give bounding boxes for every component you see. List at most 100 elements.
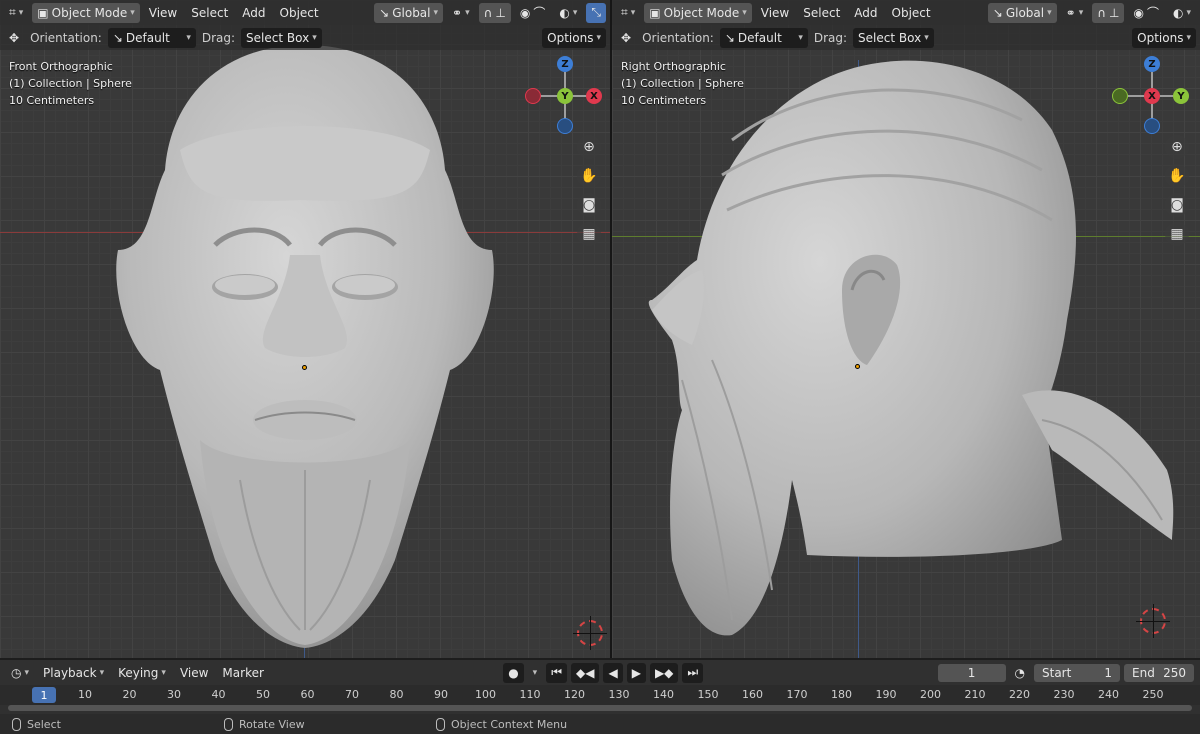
grid-axis-icon: ⌗ [9,5,16,19]
menu-view[interactable]: View [756,3,794,23]
timeline-editor-type-button[interactable]: ◷ ▾ [6,663,34,683]
zoom-icon[interactable]: ⊕ [577,135,601,159]
ruler-tick: 100 [475,688,496,701]
menu-select[interactable]: Select [798,3,845,23]
timeline-editor: ◷ ▾ Playback ▾ Keying ▾ View Marker ● ▾ ⏮ ◆… [0,660,1200,714]
menu-add[interactable]: Add [237,3,270,23]
hand-pan-icon[interactable]: ✋ [1165,164,1189,188]
editor-type-button[interactable]: ⌗ ▾ [4,3,28,23]
chevron-down-icon: ▾ [465,7,470,18]
play-reverse-icon: ◀ [608,665,618,680]
gizmo-negative-left[interactable] [525,88,541,104]
frame-ruler[interactable]: 1 10 20 30 40 50 60 70 80 90 100 110 120 130 140 150 16… [0,685,1200,705]
mode-dropdown[interactable]: ▣ Object Mode ▾ [32,2,140,23]
snap-button[interactable]: ∩ ⊥ [1092,2,1125,23]
ruler-tick: 160 [742,688,763,701]
ruler-tick: 10 [78,688,92,701]
clock-icon: ◷ [11,665,22,680]
record-button[interactable]: ● [503,662,524,683]
object-origin [855,364,860,369]
transform-orientation-dropdown[interactable]: ↘ Global ▾ [374,2,444,23]
playhead-frame[interactable]: 1 [32,687,56,703]
gizmo-z-axis[interactable]: Z [557,56,573,72]
chevron-down-icon: ▾ [433,7,439,18]
start-frame-field[interactable]: Start 1 [1034,663,1120,682]
menu-object[interactable]: Object [275,3,324,23]
gizmo-negative-left[interactable] [1112,88,1128,104]
move-tool-icon[interactable]: ✥ [4,28,24,48]
menu-select[interactable]: Select [186,3,233,23]
ruler-tick: 110 [519,688,541,701]
timeline-scrollbar[interactable] [8,705,1192,711]
chevron-down-icon: ▾ [312,32,317,43]
keyframe-type-button[interactable]: ▾ [528,663,543,683]
play-reverse-button[interactable]: ◀ [603,662,623,683]
timeline-header: ◷ ▾ Playback ▾ Keying ▾ View Marker ● ▾ ⏮ ◆… [0,660,1200,685]
prev-keyframe-button[interactable]: ◆◀ [571,662,600,683]
pivot-button[interactable]: ⚭ ▾ [1061,3,1089,23]
gizmo-center-axis[interactable]: X [1144,88,1160,104]
grid-toggle-icon[interactable]: ▦ [1165,222,1189,246]
status-rotate: Rotate View [224,717,305,731]
ruler-tick: 240 [1098,688,1119,701]
next-keyframe-icon: ▶◆ [654,665,674,680]
editor-type-button[interactable]: ⌗ ▾ [616,3,640,23]
end-frame-field[interactable]: End 250 [1124,663,1194,682]
gizmo-center-axis[interactable]: Y [557,88,573,104]
snap-target-icon: ⊥ [1109,5,1120,20]
gizmo-negative-z[interactable] [1144,118,1160,134]
viewport-front[interactable]: ⌗ ▾ ▣ Object Mode ▾ View Select Add Object … [0,0,610,658]
transform-orientation-dropdown[interactable]: ↘ Global ▾ [987,2,1057,23]
orientation-icon: ↘ [992,5,1003,20]
menu-marker[interactable]: Marker [217,663,268,683]
jump-start-button[interactable]: ⏮ [546,662,568,683]
next-keyframe-button[interactable]: ▶◆ [649,662,679,683]
ruler-tick: 230 [1053,688,1075,701]
move-tool-icon[interactable]: ✥ [616,28,636,48]
drag-dropdown[interactable]: Select Box ▾ [853,27,934,48]
play-button[interactable]: ▶ [626,662,646,683]
preview-range-toggle[interactable]: ◔ [1010,663,1030,683]
orientation-label: Orientation: [30,30,102,45]
chevron-down-icon: ▾ [630,7,636,18]
jump-end-button[interactable]: ⏭ [682,662,704,683]
camera-icon[interactable]: ◙ [577,193,601,217]
menu-playback[interactable]: Playback ▾ [38,663,109,683]
mode-label: Object Mode [51,5,128,20]
options-dropdown[interactable]: Options ▾ [542,27,606,48]
navigation-gizmo[interactable]: Z X Y [1112,56,1192,136]
mouse-middle-icon [224,717,233,731]
menu-view[interactable]: View [144,3,182,23]
magnet-icon: ∩ [1097,5,1107,20]
options-dropdown[interactable]: Options ▾ [1132,27,1196,48]
ruler-tick: 50 [256,688,270,701]
visibility-button[interactable]: ◐ ▾ [554,3,582,23]
proportional-edit-button[interactable]: ◉ ⌒ [515,3,551,23]
proportional-edit-button[interactable]: ◉ ⌒ [1128,3,1164,23]
orientation-dropdown[interactable]: ↘ Default ▾ [719,27,808,48]
visibility-button[interactable]: ◐ ▾ [1168,3,1196,23]
drag-dropdown[interactable]: Select Box ▾ [241,27,322,48]
gizmo-toggle[interactable]: ⤡ [586,2,606,23]
orientation-dropdown[interactable]: ↘ Default ▾ [107,27,196,48]
gizmo-negative-z[interactable] [557,118,573,134]
gizmo-right-axis[interactable]: Y [1173,88,1189,104]
gizmo-z-axis[interactable]: Z [1144,56,1160,72]
pivot-button[interactable]: ⚭ ▾ [447,3,475,23]
menu-timeline-view[interactable]: View [175,663,213,683]
mode-dropdown[interactable]: ▣ Object Mode ▾ [644,2,752,23]
eye-icon: ◐ [559,5,570,20]
snap-button[interactable]: ∩ ⊥ [478,2,511,23]
menu-keying[interactable]: Keying ▾ [113,663,171,683]
zoom-icon[interactable]: ⊕ [1165,135,1189,159]
falloff-icon: ⌒ [1146,6,1159,20]
grid-toggle-icon[interactable]: ▦ [577,222,601,246]
viewport-right[interactable]: ⌗ ▾ ▣ Object Mode ▾ View Select Add Object … [612,0,1200,658]
current-frame-field[interactable]: 1 [937,663,1006,682]
hand-pan-icon[interactable]: ✋ [577,164,601,188]
menu-object[interactable]: Object [887,3,936,23]
camera-icon[interactable]: ◙ [1165,193,1189,217]
gizmo-right-axis[interactable]: X [586,88,602,104]
navigation-gizmo[interactable]: Z Y X [525,56,605,136]
menu-add[interactable]: Add [849,3,882,23]
